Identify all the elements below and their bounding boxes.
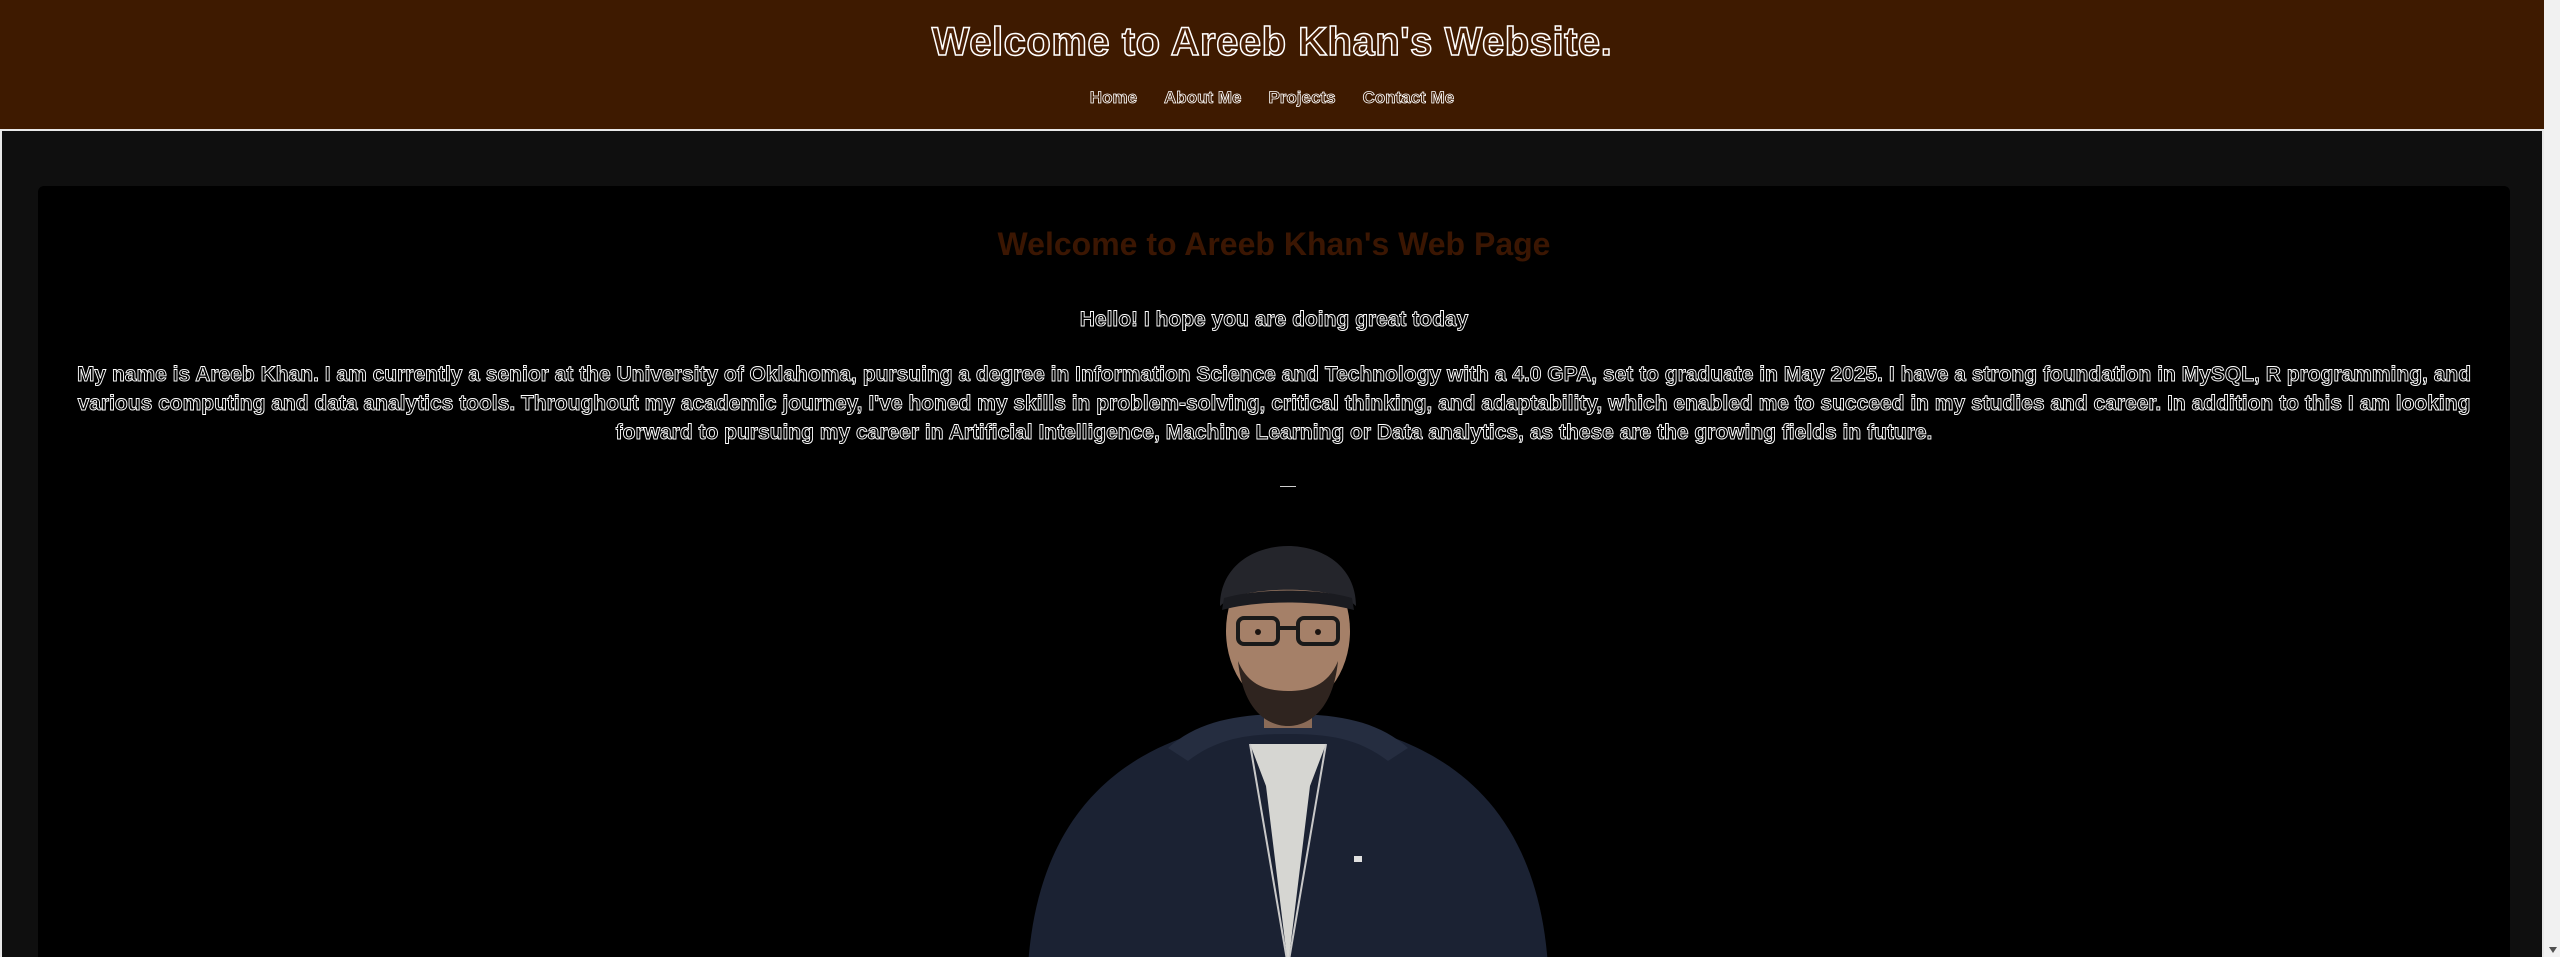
page-heading: Welcome to Areeb Khan's Web Page [997, 226, 1551, 262]
main-nav: Home About Me Projects Contact Me [0, 88, 2544, 108]
content-frame: Welcome to Areeb Khan's Web Page Hello! … [0, 131, 2544, 957]
page-scrollbar[interactable] [2544, 0, 2560, 957]
content-card: Welcome to Areeb Khan's Web Page Hello! … [38, 186, 2510, 957]
page: Welcome to Areeb Khan's Website. Home Ab… [0, 0, 2560, 957]
bio-paragraph: My name is Areeb Khan. I am currently a … [76, 363, 2472, 445]
nav-link-home[interactable]: Home [1089, 88, 1137, 108]
site-header: Welcome to Areeb Khan's Website. Home Ab… [0, 0, 2544, 131]
greeting-text: Hello! I hope you are doing great today [1079, 308, 1469, 332]
nav-link-projects[interactable]: Projects [1268, 88, 1336, 108]
profile-photo [1028, 486, 1548, 957]
nav-link-about-me[interactable]: About Me [1164, 88, 1242, 108]
nav-link-contact-me[interactable]: Contact Me [1362, 88, 1454, 108]
site-title: Welcome to Areeb Khan's Website. [931, 19, 1613, 65]
scroll-down-arrow-icon[interactable] [2549, 947, 2557, 953]
